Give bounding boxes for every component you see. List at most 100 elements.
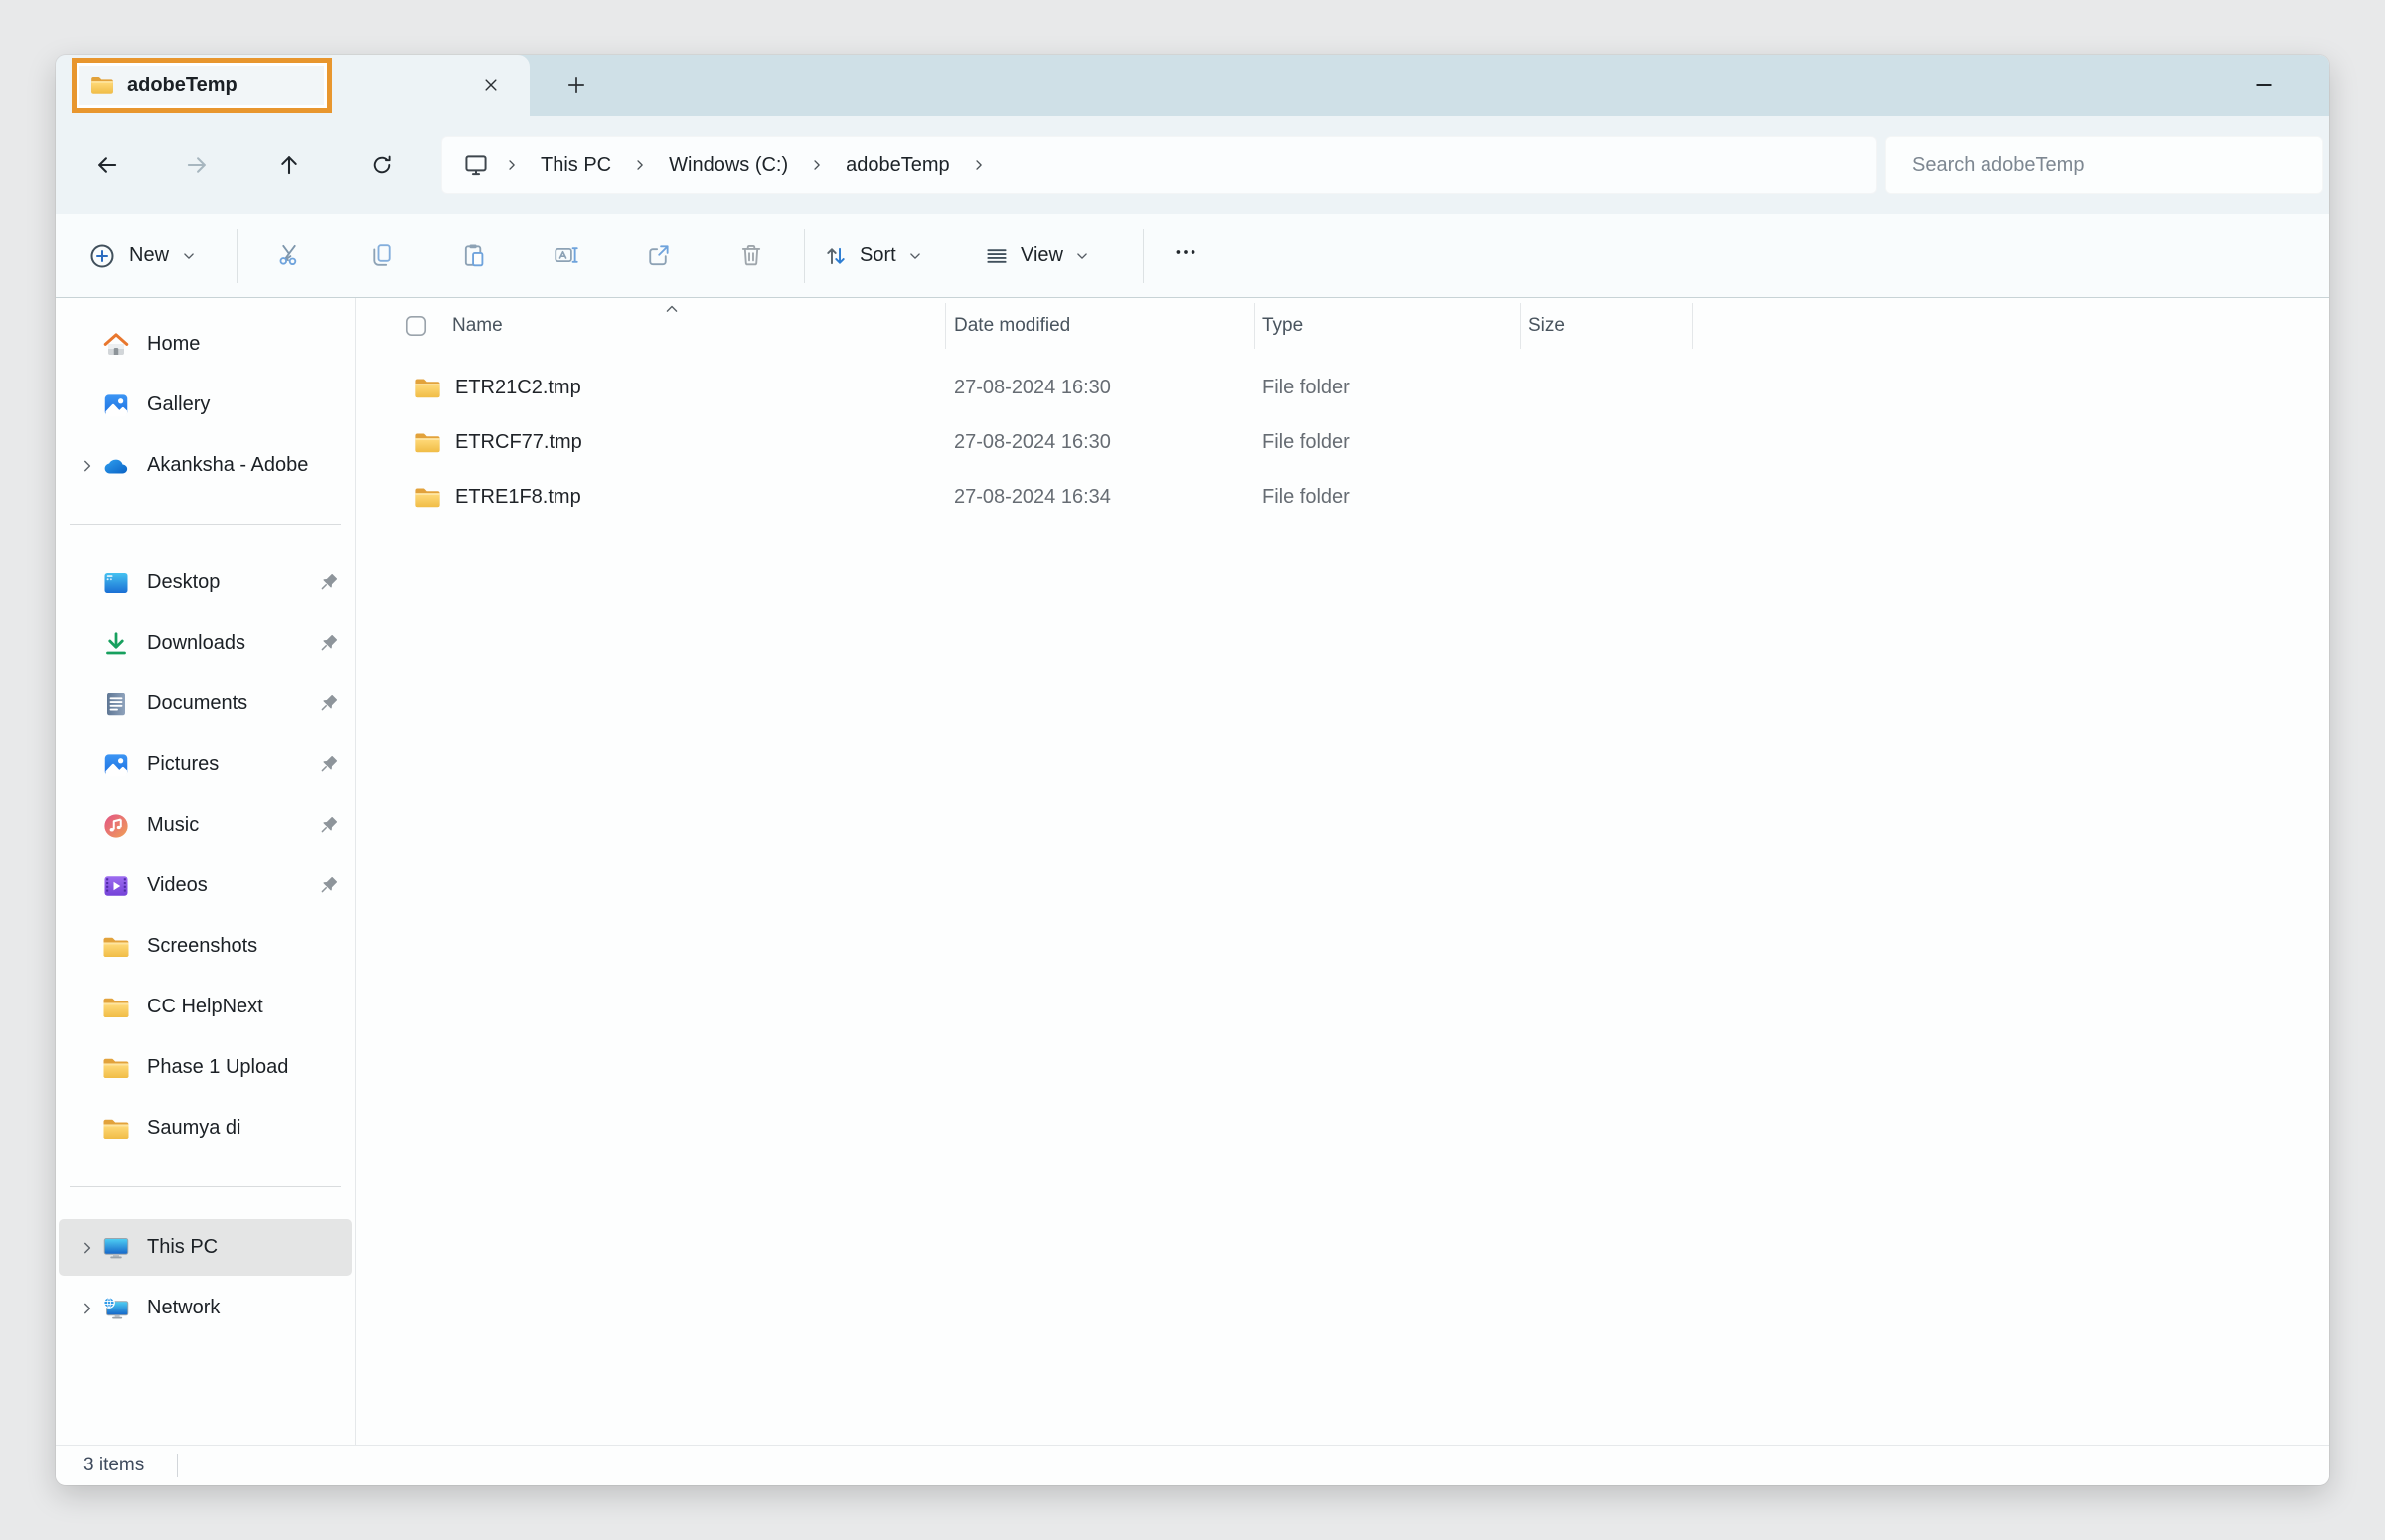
- sort-button[interactable]: Sort: [817, 230, 935, 282]
- new-button-label: New: [129, 244, 169, 267]
- file-date-modified: 27-08-2024 16:30: [954, 361, 1111, 415]
- forward-button[interactable]: [177, 145, 217, 185]
- sidebar-item-downloads[interactable]: Downloads: [59, 615, 352, 672]
- sidebar-item-onedrive[interactable]: Akanksha - Adobe: [59, 437, 352, 494]
- chevron-right-icon: [504, 157, 520, 173]
- toolbar-separator: [237, 229, 238, 283]
- breadcrumb-this-pc[interactable]: This PC: [524, 143, 628, 187]
- pin-icon: [315, 752, 341, 778]
- chevron-right-icon[interactable]: [74, 1300, 101, 1317]
- videos-icon: [101, 871, 131, 901]
- chevron-right-icon[interactable]: [74, 1239, 101, 1257]
- monitor-icon[interactable]: [462, 151, 490, 179]
- navigation-bar: This PC Windows (C:) adobeTemp: [56, 116, 2329, 214]
- folder-icon: [89, 73, 115, 98]
- paste-button[interactable]: [451, 232, 497, 278]
- back-button[interactable]: [87, 145, 127, 185]
- rename-icon: [553, 241, 580, 269]
- breadcrumb-adobetemp[interactable]: adobeTemp: [829, 143, 967, 187]
- copy-icon: [368, 241, 396, 269]
- file-name: ETRCF77.tmp: [455, 415, 582, 470]
- column-header-size[interactable]: Size: [1528, 298, 1565, 353]
- onedrive-icon: [101, 451, 131, 481]
- tab-adobetemp[interactable]: adobeTemp: [56, 55, 530, 116]
- view-icon: [984, 243, 1010, 269]
- file-type: File folder: [1262, 361, 1350, 415]
- new-tab-button[interactable]: [556, 67, 596, 104]
- documents-icon: [101, 690, 131, 719]
- sidebar-item-documents[interactable]: Documents: [59, 676, 352, 732]
- command-bar: New Sort View: [56, 214, 2329, 298]
- main-area: Home Gallery Akanksha - Adobe Desktop: [56, 298, 2329, 1445]
- delete-icon: [737, 241, 765, 269]
- refresh-button[interactable]: [362, 145, 401, 185]
- file-date-modified: 27-08-2024 16:34: [954, 470, 1111, 525]
- arrow-left-icon: [94, 152, 120, 178]
- column-header-date-modified[interactable]: Date modified: [954, 298, 1070, 353]
- sidebar-separator: [70, 1186, 341, 1187]
- sidebar-item-desktop[interactable]: Desktop: [59, 554, 352, 611]
- file-date-modified: 27-08-2024 16:30: [954, 415, 1111, 470]
- file-type: File folder: [1262, 470, 1350, 525]
- cut-icon: [275, 241, 303, 269]
- gallery-icon: [101, 390, 131, 420]
- folder-icon: [413, 428, 442, 457]
- chevron-down-icon: [1074, 248, 1090, 264]
- up-button[interactable]: [269, 145, 309, 185]
- column-divider[interactable]: [945, 303, 946, 349]
- search-box: [1885, 136, 2323, 194]
- sidebar-item-gallery[interactable]: Gallery: [59, 377, 352, 433]
- sidebar-item-videos[interactable]: Videos: [59, 857, 352, 914]
- column-divider[interactable]: [1692, 303, 1693, 349]
- search-input[interactable]: [1886, 154, 2322, 177]
- view-button-label: View: [1021, 244, 1063, 267]
- tab-highlight-box: adobeTemp: [72, 58, 332, 113]
- titlebar: adobeTemp: [56, 55, 2329, 116]
- arrow-right-icon: [184, 152, 210, 178]
- sidebar-item-saumya-di[interactable]: Saumya di: [59, 1100, 352, 1156]
- share-button[interactable]: [636, 232, 682, 278]
- chevron-right-icon[interactable]: [74, 457, 101, 475]
- breadcrumb-windows-c[interactable]: Windows (C:): [652, 143, 805, 187]
- folder-icon: [101, 1053, 131, 1083]
- sort-button-label: Sort: [860, 244, 896, 267]
- pin-icon: [315, 570, 341, 596]
- close-icon: [481, 76, 501, 95]
- this-pc-icon: [101, 1233, 131, 1263]
- sidebar-item-network[interactable]: Network: [59, 1280, 352, 1336]
- tab-close-button[interactable]: [473, 68, 509, 103]
- sidebar-item-phase-1-upload[interactable]: Phase 1 Upload: [59, 1039, 352, 1096]
- minimize-icon: [2252, 74, 2276, 97]
- sidebar-item-music[interactable]: Music: [59, 797, 352, 853]
- column-header-type[interactable]: Type: [1262, 298, 1303, 353]
- column-divider[interactable]: [1254, 303, 1255, 349]
- sidebar-item-home[interactable]: Home: [59, 316, 352, 373]
- file-row[interactable]: ETR21C2.tmp 27-08-2024 16:30 File folder: [356, 361, 2329, 415]
- pin-icon: [315, 692, 341, 717]
- sort-icon: [823, 243, 849, 269]
- downloads-icon: [101, 629, 131, 659]
- file-row[interactable]: ETRCF77.tmp 27-08-2024 16:30 File folder: [356, 415, 2329, 470]
- plus-icon: [564, 74, 588, 97]
- file-row[interactable]: ETRE1F8.tmp 27-08-2024 16:34 File folder: [356, 470, 2329, 525]
- copy-button[interactable]: [359, 232, 404, 278]
- chevron-right-icon: [809, 157, 825, 173]
- select-all-checkbox[interactable]: [403, 313, 429, 339]
- file-explorer-window: adobeTemp This PC Windows (C:): [56, 55, 2329, 1485]
- sidebar-item-cc-helpnext[interactable]: CC HelpNext: [59, 979, 352, 1035]
- new-button[interactable]: New: [80, 230, 211, 282]
- cut-button[interactable]: [266, 232, 312, 278]
- minimize-button[interactable]: [2242, 65, 2286, 106]
- column-divider[interactable]: [1520, 303, 1521, 349]
- sidebar-item-this-pc[interactable]: This PC: [59, 1219, 352, 1276]
- rename-button[interactable]: [544, 232, 589, 278]
- chevron-right-icon[interactable]: [971, 157, 987, 173]
- sidebar-item-screenshots[interactable]: Screenshots: [59, 918, 352, 975]
- column-header-name[interactable]: Name: [452, 298, 503, 353]
- more-options-button[interactable]: [1163, 230, 1208, 275]
- item-count: 3 items: [83, 1455, 144, 1476]
- view-button[interactable]: View: [978, 230, 1102, 282]
- delete-button[interactable]: [728, 232, 774, 278]
- sidebar-item-pictures[interactable]: Pictures: [59, 736, 352, 793]
- chevron-right-icon: [632, 157, 648, 173]
